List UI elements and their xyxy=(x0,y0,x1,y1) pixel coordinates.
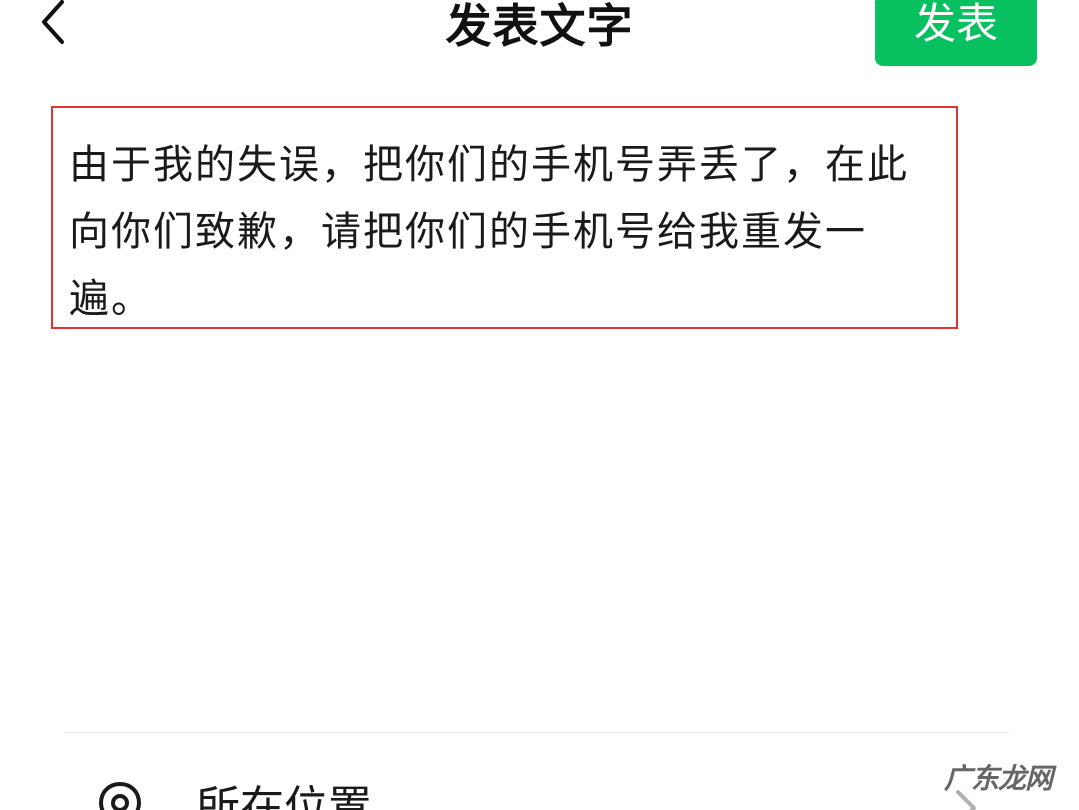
publish-button[interactable]: 发表 xyxy=(875,0,1037,66)
post-text-input[interactable]: 由于我的失误，把你们的手机号弄丢了，在此向你们致歉，请把你们的手机号给我重发一遍… xyxy=(51,106,958,329)
compose-post-screen: 发表文字 发表 由于我的失误，把你们的手机号弄丢了，在此向你们致歉，请把你们的手… xyxy=(0,0,1079,810)
location-row[interactable]: 所在位置 xyxy=(64,760,1064,810)
watermark: 广东龙网 xyxy=(944,762,1053,795)
location-label: 所在位置 xyxy=(196,782,372,810)
location-pin-icon xyxy=(98,781,142,810)
divider xyxy=(64,732,1009,733)
